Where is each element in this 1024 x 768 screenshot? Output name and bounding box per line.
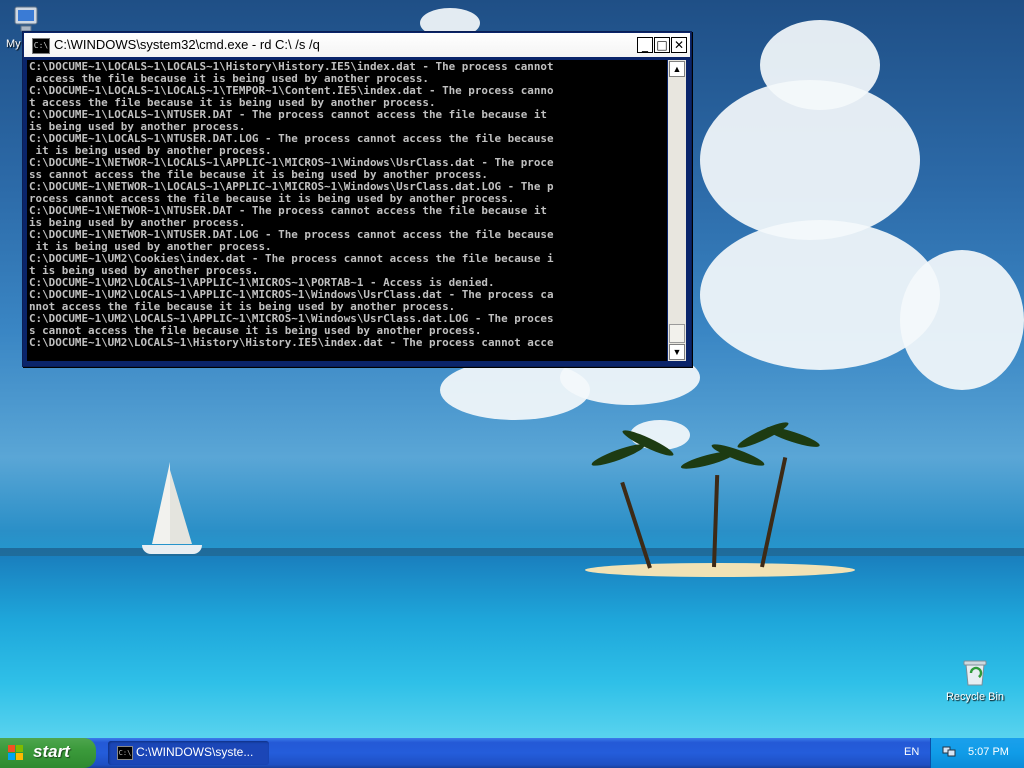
wallpaper-cloud bbox=[760, 20, 880, 110]
taskbar-item-label: C:\WINDOWS\syste... bbox=[136, 745, 254, 759]
boat-hull bbox=[142, 545, 202, 554]
console-text: C:\DOCUME~1\LOCALS~1\LOCALS~1\History\Hi… bbox=[27, 60, 667, 349]
vertical-scrollbar[interactable]: ▲ ▼ bbox=[668, 60, 686, 361]
scroll-up-button[interactable]: ▲ bbox=[669, 61, 685, 77]
cmd-icon[interactable]: C:\ bbox=[32, 38, 50, 54]
console-output[interactable]: C:\DOCUME~1\LOCALS~1\LOCALS~1\History\Hi… bbox=[27, 60, 667, 361]
sail bbox=[170, 470, 192, 544]
system-tray: 5:07 PM bbox=[930, 738, 1024, 768]
start-button[interactable]: start bbox=[0, 738, 96, 768]
taskbar: start C:\ C:\WINDOWS\syste... EN 5:07 PM bbox=[0, 738, 1024, 768]
recycle-bin-label: Recycle Bin bbox=[945, 691, 1005, 703]
console-line: C:\DOCUME~1\UM2\LOCALS~1\History\History… bbox=[29, 336, 554, 349]
sail bbox=[152, 462, 170, 544]
start-label: start bbox=[33, 742, 70, 761]
cmd-window[interactable]: C:\ C:\WINDOWS\system32\cmd.exe - rd C:\… bbox=[22, 31, 692, 367]
recycle-bin-icon bbox=[963, 660, 987, 686]
language-indicator[interactable]: EN bbox=[904, 746, 919, 758]
minimize-button[interactable]: _ bbox=[637, 37, 653, 53]
scrollbar-thumb[interactable] bbox=[669, 324, 685, 343]
my-computer-icon bbox=[14, 6, 38, 32]
windows-logo-icon bbox=[8, 745, 23, 760]
taskbar-item-cmd[interactable]: C:\ C:\WINDOWS\syste... bbox=[108, 741, 269, 765]
my-computer-label: My bbox=[6, 38, 21, 50]
wallpaper-cloud bbox=[900, 250, 1024, 390]
window-title: C:\WINDOWS\system32\cmd.exe - rd C:\ /s … bbox=[54, 37, 320, 52]
window-title-bar[interactable]: C:\ C:\WINDOWS\system32\cmd.exe - rd C:\… bbox=[24, 33, 690, 57]
wallpaper-island bbox=[585, 563, 855, 577]
network-icon[interactable] bbox=[942, 746, 956, 758]
palm-frond bbox=[589, 440, 647, 470]
palm-frond bbox=[764, 423, 822, 451]
wallpaper-sea bbox=[0, 556, 1024, 738]
maximize-button[interactable]: □ bbox=[654, 37, 670, 53]
close-button[interactable]: ✕ bbox=[671, 37, 687, 53]
scroll-down-button[interactable]: ▼ bbox=[669, 344, 685, 360]
recycle-bin-desktop-icon[interactable]: Recycle Bin bbox=[940, 656, 1010, 703]
clock[interactable]: 5:07 PM bbox=[968, 746, 1009, 758]
cmd-icon: C:\ bbox=[117, 746, 133, 760]
desktop: My Recycle Bin C:\ C:\WINDOWS\system32\c… bbox=[0, 0, 1024, 738]
